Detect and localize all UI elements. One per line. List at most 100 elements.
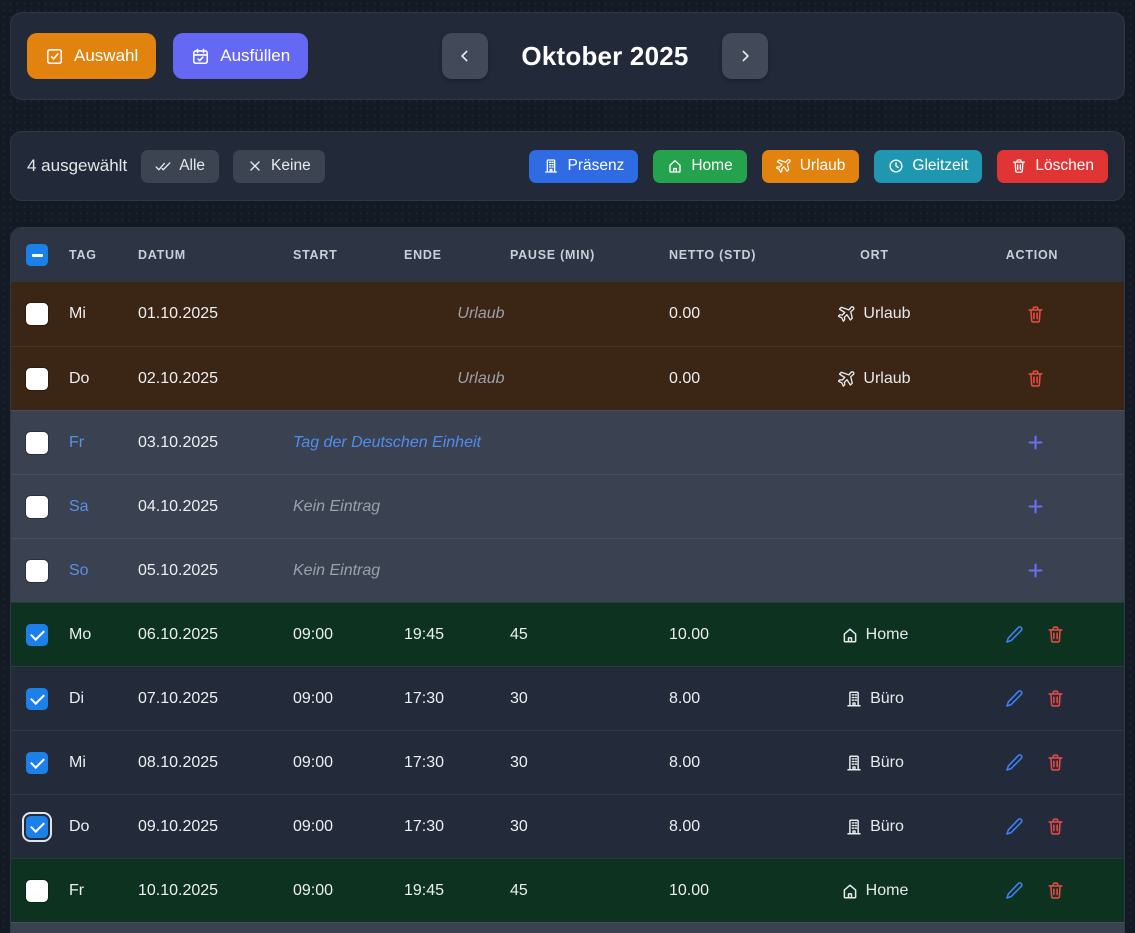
netto-value: 8.00 [669, 690, 809, 708]
table-row: Fr10.10.202509:0019:454510.00Home [11, 858, 1124, 922]
row-actions [946, 303, 1124, 326]
note-urlaub: Urlaub [293, 305, 669, 323]
ende-value: 17:30 [404, 690, 510, 708]
bulk-home-button[interactable]: Home [653, 150, 746, 183]
note-empty: Kein Eintrag [293, 562, 809, 580]
table-row: Do02.10.2025Urlaub0.00Urlaub [11, 346, 1124, 410]
delete-entry-button[interactable] [1024, 367, 1047, 390]
row-checkbox[interactable] [26, 432, 48, 454]
day-abbrev: Mi [69, 754, 138, 772]
chevron-left-icon [455, 46, 475, 66]
month-title: Oktober 2025 [488, 41, 722, 72]
select-all-checkbox[interactable] [26, 244, 48, 266]
bulk-building-button[interactable]: Präsenz [529, 150, 638, 183]
pencil-icon [1005, 625, 1024, 644]
table-row: Di07.10.202509:0017:30308.00Büro [11, 666, 1124, 730]
row-checkbox[interactable] [26, 560, 48, 582]
date-value: 10.10.2025 [138, 882, 293, 900]
netto-value: 8.00 [669, 818, 809, 836]
column-header: START [293, 248, 404, 262]
note-urlaub: Urlaub [293, 370, 669, 388]
ende-value: 17:30 [404, 754, 510, 772]
table-row: Mi01.10.2025Urlaub0.00Urlaub [11, 282, 1124, 346]
bulk-action-label: Home [691, 157, 732, 175]
date-value: 05.10.2025 [138, 562, 293, 580]
plus-icon [1025, 432, 1046, 453]
row-checkbox[interactable] [26, 752, 48, 774]
home-icon [841, 882, 859, 900]
day-abbrev: Mi [69, 305, 138, 323]
delete-entry-button[interactable] [1044, 687, 1067, 710]
column-header: ENDE [404, 248, 510, 262]
day-abbrev: Do [69, 818, 138, 836]
ort-value: Urlaub [809, 305, 946, 323]
next-month-button[interactable] [722, 33, 768, 79]
date-value: 03.10.2025 [138, 434, 293, 452]
pause-value: 30 [510, 754, 669, 772]
add-entry-button[interactable] [1023, 430, 1048, 455]
ort-value: Home [809, 882, 946, 900]
delete-entry-button[interactable] [1044, 815, 1067, 838]
table-row: Fr03.10.2025Tag der Deutschen Einheit [11, 410, 1124, 474]
select-none-button[interactable]: Keine [233, 150, 325, 183]
auswahl-button[interactable]: Auswahl [27, 33, 156, 79]
start-value: 09:00 [293, 818, 404, 836]
edit-entry-button[interactable] [1003, 879, 1026, 902]
start-value: 09:00 [293, 626, 404, 644]
edit-entry-button[interactable] [1003, 751, 1026, 774]
home-icon [667, 158, 683, 174]
row-checkbox[interactable] [26, 496, 48, 518]
trash-icon [1026, 369, 1045, 388]
trash-icon [1026, 305, 1045, 324]
row-checkbox[interactable] [26, 368, 48, 390]
netto-value: 0.00 [669, 370, 809, 388]
pencil-icon [1005, 817, 1024, 836]
table-body: Mi01.10.2025Urlaub0.00UrlaubDo02.10.2025… [11, 282, 1124, 922]
clock-icon [888, 158, 904, 174]
bulk-plane-button[interactable]: Urlaub [762, 150, 860, 183]
row-actions [946, 623, 1124, 646]
plus-icon [1025, 496, 1046, 517]
edit-entry-button[interactable] [1003, 815, 1026, 838]
column-header: ACTION [946, 248, 1124, 262]
delete-entry-button[interactable] [1044, 879, 1067, 902]
table-row: So05.10.2025Kein Eintrag [11, 538, 1124, 602]
edit-entry-button[interactable] [1003, 687, 1026, 710]
bulk-actions: Präsenz Home Urlaub Gleitzeit Löschen [529, 150, 1108, 183]
table-row: Sa04.10.2025Kein Eintrag [11, 474, 1124, 538]
add-entry-button[interactable] [1023, 494, 1048, 519]
row-checkbox[interactable] [26, 624, 48, 646]
ausfuellen-label: Ausfüllen [220, 46, 290, 66]
prev-month-button[interactable] [442, 33, 488, 79]
date-value: 08.10.2025 [138, 754, 293, 772]
check-square-icon [45, 47, 64, 66]
row-checkbox[interactable] [26, 816, 48, 838]
row-checkbox[interactable] [26, 688, 48, 710]
chevron-right-icon [735, 46, 755, 66]
ausfuellen-button[interactable]: Ausfüllen [173, 33, 308, 79]
bulk-clock-button[interactable]: Gleitzeit [874, 150, 982, 183]
select-all-button[interactable]: Alle [141, 150, 219, 183]
delete-entry-button[interactable] [1024, 303, 1047, 326]
add-entry-button[interactable] [1023, 558, 1048, 583]
building-icon [845, 690, 863, 708]
day-abbrev: Sa [69, 498, 138, 516]
ort-value: Home [809, 626, 946, 644]
row-actions [946, 494, 1124, 519]
selection-bar: 4 ausgewählt Alle Keine PräsenzHomeUrlau… [10, 131, 1125, 201]
double-check-icon [155, 158, 171, 174]
delete-entry-button[interactable] [1044, 751, 1067, 774]
day-abbrev: Fr [69, 434, 138, 452]
row-actions [946, 879, 1124, 902]
bulk-trash-button[interactable]: Löschen [997, 150, 1108, 183]
row-checkbox[interactable] [26, 880, 48, 902]
day-abbrev: Do [69, 370, 138, 388]
ende-value: 19:45 [404, 882, 510, 900]
building-icon [543, 158, 559, 174]
row-checkbox[interactable] [26, 303, 48, 325]
time-table: TAGDATUMSTARTENDEPAUSE (MIN)NETTO (STD)O… [10, 227, 1125, 933]
edit-entry-button[interactable] [1003, 623, 1026, 646]
date-value: 02.10.2025 [138, 370, 293, 388]
day-abbrev: Di [69, 690, 138, 708]
delete-entry-button[interactable] [1044, 623, 1067, 646]
